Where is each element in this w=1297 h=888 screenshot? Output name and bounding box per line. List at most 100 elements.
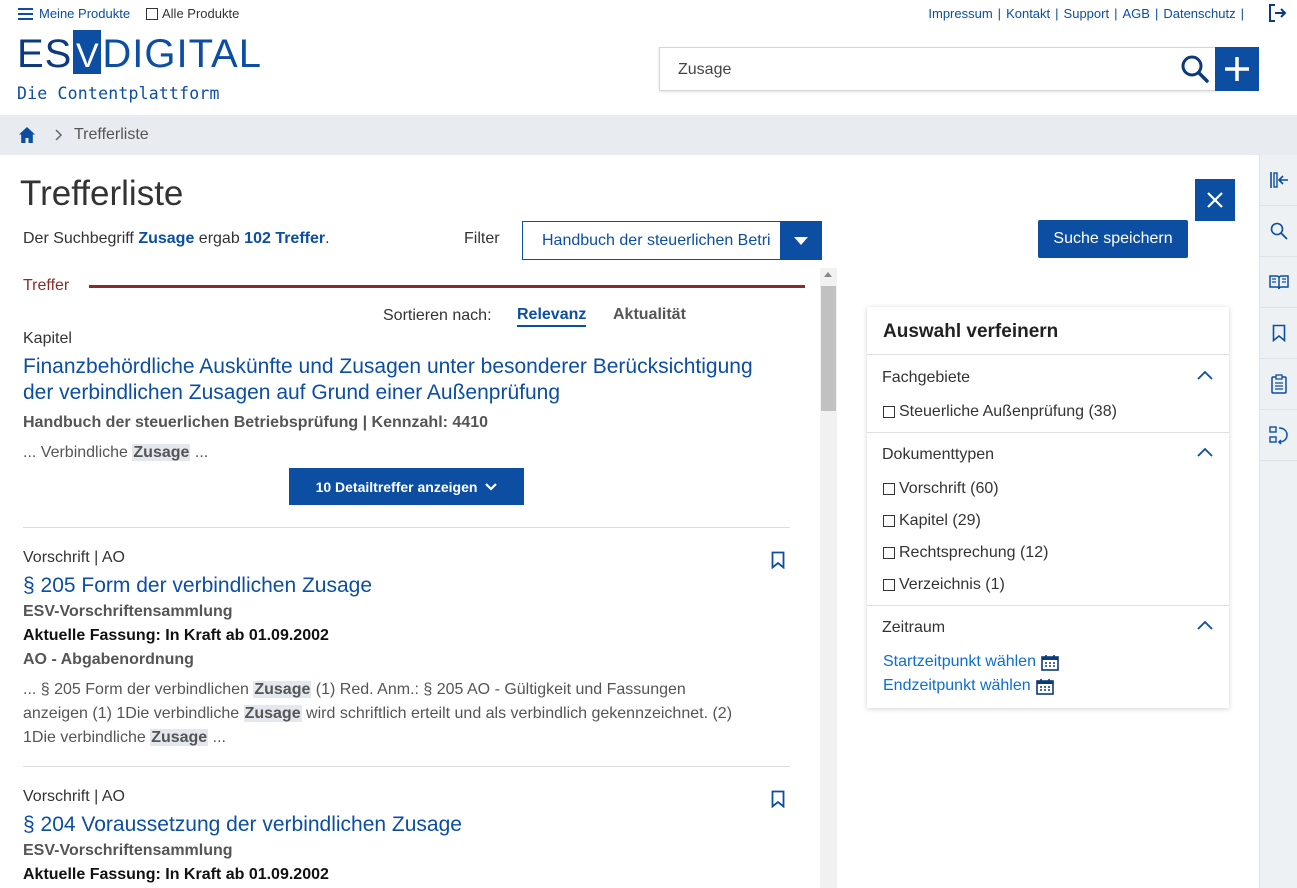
bookmark-icon <box>1272 324 1286 342</box>
facet-option[interactable]: Steuerliche Außenprüfung (38) <box>883 403 1117 421</box>
search-icon[interactable] <box>1180 54 1210 84</box>
show-detail-hits-button[interactable]: 10 Detailtreffer anzeigen <box>289 468 524 505</box>
esv-digital-logo[interactable]: ES V DIGITAL Die Contentplattform <box>17 30 262 103</box>
treffer-label: Treffer <box>23 277 70 294</box>
result-title-line2: der verbindlichen Zusagen auf Grund eine… <box>23 381 561 404</box>
all-products-toggle[interactable]: Alle Produkte <box>146 6 239 21</box>
facet-dokumenttypen-title[interactable]: Dokumenttypen <box>882 446 994 464</box>
caret-down-icon <box>793 236 808 245</box>
rail-clipboard-button[interactable] <box>1260 359 1297 410</box>
logo-v: V <box>73 30 102 74</box>
search-icon <box>1270 222 1288 240</box>
facet-fachgebiete-title[interactable]: Fachgebiete <box>882 369 970 387</box>
facet-option-label: Rechtsprechung (12) <box>899 544 1049 561</box>
logout-icon[interactable] <box>1267 3 1287 23</box>
search-summary: Der Suchbegriff Zusage ergab 102 Treffer… <box>23 230 330 248</box>
logo-es: ES <box>17 32 73 76</box>
chevron-up-icon[interactable] <box>1197 447 1213 457</box>
facet-option-label: Verzeichnis (1) <box>899 576 1005 593</box>
result-meta: Handbuch der steuerlichen Betriebsprüfun… <box>23 414 489 431</box>
facet-divider <box>867 605 1229 606</box>
add-search-button[interactable] <box>1215 47 1259 91</box>
result-item: Kapitel Finanzbehördliche Auskünfte und … <box>23 330 790 465</box>
rail-bookmark-button[interactable] <box>1260 308 1297 359</box>
detail-button-label: 10 Detailtreffer anzeigen <box>315 478 478 495</box>
my-products-label: Meine Produkte <box>39 6 131 21</box>
scroll-up-arrow[interactable] <box>824 272 832 277</box>
facet-checkbox[interactable] <box>883 547 895 559</box>
search-box <box>659 47 1217 91</box>
facet-zeitraum-title[interactable]: Zeitraum <box>882 619 945 637</box>
facet-checkbox[interactable] <box>883 483 895 495</box>
facet-option[interactable]: Verzeichnis (1) <box>883 576 1005 594</box>
rail-history-button[interactable] <box>1260 410 1297 461</box>
save-search-button[interactable]: Suche speichern <box>1038 220 1188 258</box>
end-date-label: Endzeitpunkt wählen <box>883 677 1031 694</box>
end-date-link[interactable]: Endzeitpunkt wählen <box>883 677 1054 695</box>
logo-digital: DIGITAL <box>102 32 262 76</box>
rail-book-button[interactable] <box>1260 257 1297 308</box>
link-support[interactable]: Support <box>1064 6 1110 21</box>
breadcrumb: Trefferliste <box>0 115 1297 155</box>
sort-relevanz[interactable]: Relevanz <box>517 306 587 327</box>
treffer-divider <box>89 285 805 288</box>
bookmark-icon[interactable] <box>771 790 785 808</box>
link-datenschutz[interactable]: Datenschutz <box>1163 6 1235 21</box>
result-item: Vorschrift | AO § 204 Voraussetzung der … <box>23 788 790 887</box>
summary-mid: ergab <box>198 230 240 247</box>
facet-option[interactable]: Vorschrift (60) <box>883 480 999 498</box>
link-kontakt[interactable]: Kontakt <box>1006 6 1050 21</box>
plus-icon <box>1225 57 1249 81</box>
result-source: ESV-Vorschriftensammlung <box>23 603 233 620</box>
facet-option-label: Steuerliche Außenprüfung (38) <box>899 403 1117 420</box>
result-snippet: ... Verbindliche Zusage ... <box>23 444 209 461</box>
book-icon <box>1269 275 1289 290</box>
filter-value: Handbuch der steuerlichen Betriebsprüfun… <box>542 232 770 249</box>
bookmark-icon[interactable] <box>771 551 785 569</box>
result-title-line1: Finanzbehördliche Auskünfte und Zusagen … <box>23 355 753 378</box>
filter-dropdown-arrow[interactable] <box>780 222 821 259</box>
result-title[interactable]: § 204 Voraussetzung der verbindlichen Zu… <box>23 812 790 838</box>
facet-option-label: Kapitel (29) <box>899 512 981 529</box>
facet-option[interactable]: Kapitel (29) <box>883 512 981 530</box>
rail-collapse-button[interactable] <box>1260 155 1297 206</box>
results-scrollbar[interactable] <box>820 268 837 888</box>
summary-suffix: . <box>325 230 330 247</box>
chevron-up-icon[interactable] <box>1197 620 1213 630</box>
facet-option[interactable]: Rechtsprechung (12) <box>883 544 1048 562</box>
link-impressum[interactable]: Impressum <box>928 6 992 21</box>
sort-aktualitaet[interactable]: Aktualität <box>613 306 686 324</box>
calendar-icon <box>1035 678 1054 695</box>
all-products-checkbox[interactable] <box>146 7 158 20</box>
facet-option-label: Vorschrift (60) <box>899 480 999 497</box>
result-version: Aktuelle Fassung: In Kraft ab 01.09.2002 <box>23 627 329 644</box>
facet-checkbox[interactable] <box>883 515 895 527</box>
result-version: Aktuelle Fassung: In Kraft ab 01.09.2002 <box>23 866 329 883</box>
rail-search-button[interactable] <box>1260 206 1297 257</box>
home-icon[interactable] <box>18 126 36 144</box>
close-button[interactable] <box>1195 179 1235 221</box>
top-header: Meine Produkte Alle Produkte Impressum | … <box>0 0 1297 115</box>
my-products-menu[interactable]: Meine Produkte <box>18 6 130 21</box>
chevron-up-icon[interactable] <box>1197 370 1213 380</box>
search-highlight: Zusage <box>243 705 302 722</box>
result-law: AO - Abgabenordnung <box>23 651 194 668</box>
collapse-panel-icon <box>1270 172 1288 188</box>
scroll-thumb[interactable] <box>821 286 836 411</box>
search-highlight: Zusage <box>132 444 191 461</box>
result-item: Vorschrift | AO § 205 Form der verbindli… <box>23 549 790 750</box>
result-title[interactable]: Finanzbehördliche Auskünfte und Zusagen … <box>23 354 790 406</box>
chevron-down-icon <box>485 482 498 491</box>
filter-select[interactable]: Handbuch der steuerlichen Betriebsprüfun… <box>522 221 822 260</box>
clipboard-icon <box>1271 374 1287 394</box>
page-title: Trefferliste <box>20 174 184 213</box>
link-agb[interactable]: AGB <box>1122 6 1149 21</box>
facet-checkbox[interactable] <box>883 579 895 591</box>
summary-term: Zusage <box>138 230 195 247</box>
search-input[interactable] <box>678 58 1168 82</box>
facet-checkbox[interactable] <box>883 406 895 418</box>
close-icon <box>1207 192 1223 208</box>
start-date-label: Startzeitpunkt wählen <box>883 653 1036 670</box>
result-title[interactable]: § 205 Form der verbindlichen Zusage <box>23 573 790 599</box>
start-date-link[interactable]: Startzeitpunkt wählen <box>883 653 1059 671</box>
